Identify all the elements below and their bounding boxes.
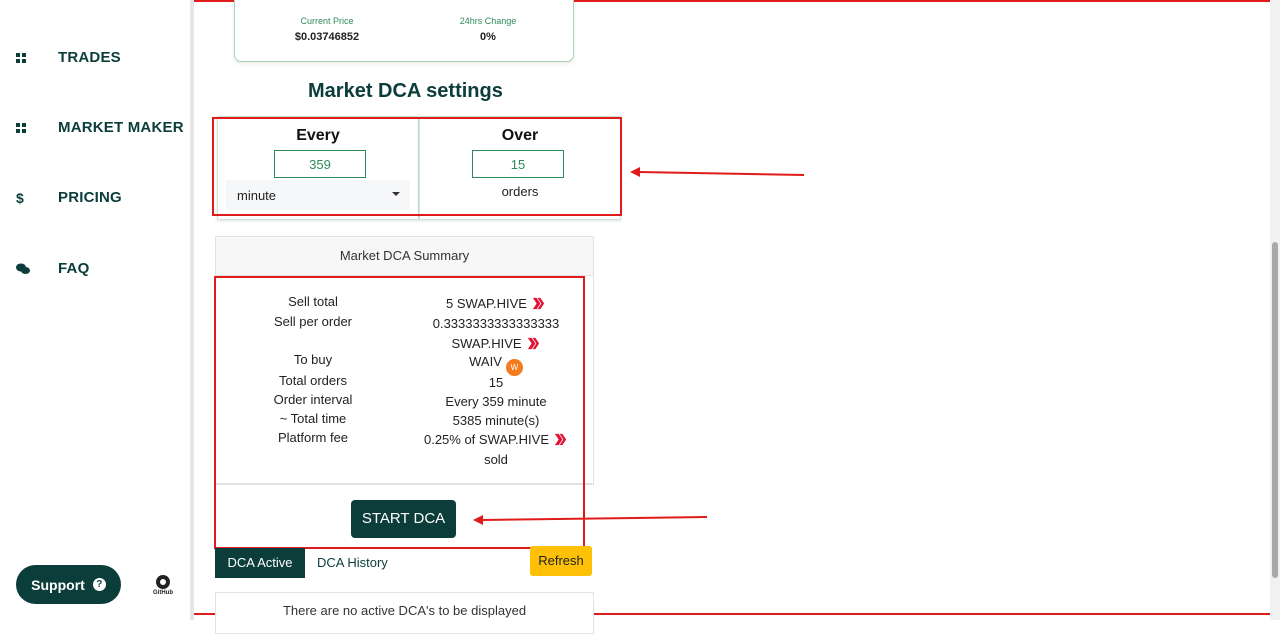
sidebar-item-label: FAQ <box>58 260 90 277</box>
sidebar-divider <box>190 0 194 620</box>
interval-unit-value: minute <box>237 188 277 203</box>
every-title: Every <box>296 127 340 144</box>
sell-per-order-label: Sell per order <box>273 314 353 329</box>
sidebar-item-label: TRADES <box>58 49 121 66</box>
interval-unit-select[interactable]: minute <box>226 180 410 210</box>
platform-fee-label: Platform fee <box>277 430 349 445</box>
over-box: Over 15 orders <box>419 116 621 220</box>
every-box: Every 359 minute <box>217 116 419 220</box>
scrollbar-thumb[interactable] <box>1272 242 1278 578</box>
annotation-arrow-start <box>473 515 708 525</box>
total-time-value: 5385 minute(s) <box>452 413 540 428</box>
current-price-label: Current Price <box>300 16 354 26</box>
current-price-value: $0.03746852 <box>294 31 360 43</box>
change-value: 0% <box>480 31 496 43</box>
total-orders-value: 15 <box>488 375 504 390</box>
sidebar-item-pricing[interactable]: $ PRICING <box>16 189 122 206</box>
to-buy-label: To buy <box>293 352 333 367</box>
chevron-down-icon <box>392 192 400 196</box>
page-title: Market DCA settings <box>308 80 503 102</box>
github-link[interactable]: GitHub <box>152 575 174 596</box>
sidebar-item-label: PRICING <box>58 189 122 206</box>
support-button[interactable]: Support ? <box>16 565 121 604</box>
sidebar: TRADES MARKET MAKER $ PRICING FAQ Suppor… <box>0 0 190 620</box>
grid-icon <box>16 120 42 136</box>
question-icon: ? <box>92 578 106 591</box>
orders-label: orders <box>501 184 539 199</box>
github-label: GitHub <box>153 590 173 596</box>
platform-fee-value: 0.25% of SWAP.HIVE <box>423 432 549 447</box>
grid-icon <box>16 50 42 66</box>
total-orders-label: Total orders <box>279 373 347 388</box>
sidebar-item-market-maker[interactable]: MARKET MAKER <box>16 119 184 136</box>
hive-icon <box>532 297 545 310</box>
summary-card: Market DCA Summary Sell total 5 SWAP.HIV… <box>215 236 594 485</box>
over-input[interactable]: 15 <box>472 150 564 178</box>
sidebar-item-label: MARKET MAKER <box>58 119 184 136</box>
sell-total-value: 5 SWAP.HIVE <box>446 296 527 311</box>
order-interval-value: Every 359 minute <box>445 394 547 409</box>
chat-icon <box>16 261 42 277</box>
every-input[interactable]: 359 <box>274 150 366 178</box>
order-interval-label: Order interval <box>273 392 353 407</box>
start-dca-button[interactable]: START DCA <box>351 500 456 538</box>
tab-dca-history[interactable]: DCA History <box>317 548 388 578</box>
support-label: Support <box>31 576 85 593</box>
price-card: Current Price $0.03746852 24hrs Change 0… <box>234 0 574 62</box>
total-time-label: ~ Total time <box>279 411 347 426</box>
sell-per-order-value: 0.3333333333333333 <box>432 316 560 331</box>
to-buy-value: WAIV <box>469 354 502 369</box>
summary-title: Market DCA Summary <box>216 237 593 276</box>
change-label: 24hrs Change <box>459 16 517 26</box>
annotation-arrow-settings <box>630 167 805 177</box>
over-title: Over <box>501 127 539 144</box>
refresh-button[interactable]: Refresh <box>530 546 592 576</box>
github-icon <box>156 575 170 589</box>
hive-icon <box>527 337 539 349</box>
tab-dca-active[interactable]: DCA Active <box>215 548 305 578</box>
sidebar-item-trades[interactable]: TRADES <box>16 49 121 66</box>
sidebar-item-faq[interactable]: FAQ <box>16 260 89 277</box>
hive-icon <box>554 433 567 446</box>
platform-fee-suffix: sold <box>484 451 508 467</box>
sell-per-order-token: SWAP.HIVE <box>451 335 522 351</box>
empty-message: There are no active DCA's to be displaye… <box>282 603 527 618</box>
sell-total-label: Sell total <box>288 294 338 309</box>
dollar-icon: $ <box>16 189 24 206</box>
scrollbar[interactable] <box>1270 0 1280 620</box>
active-dca-list: There are no active DCA's to be displaye… <box>215 592 594 634</box>
summary-divider <box>215 483 592 484</box>
